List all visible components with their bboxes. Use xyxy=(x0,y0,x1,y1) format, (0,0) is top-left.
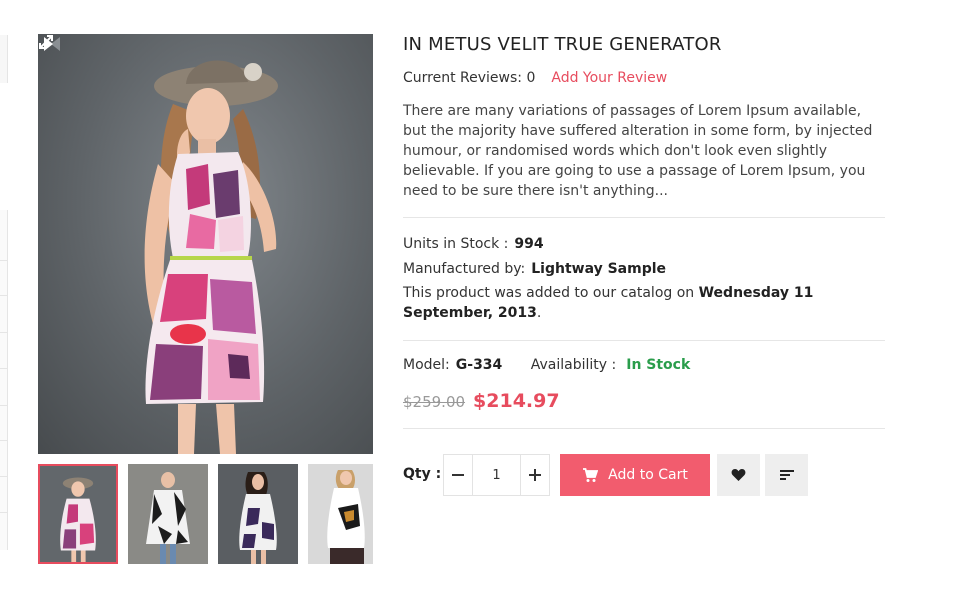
manufacturer-label: Manufactured by: xyxy=(403,261,526,277)
plus-icon xyxy=(529,469,541,481)
sidebar-divider xyxy=(0,440,8,441)
sidebar-divider xyxy=(0,512,8,513)
qty-label: Qty : xyxy=(403,466,442,482)
thumbnail-3[interactable] xyxy=(218,464,298,564)
quantity-stepper xyxy=(443,454,550,496)
qty-decrease-button[interactable] xyxy=(444,455,472,495)
sidebar-divider xyxy=(0,368,8,369)
sidebar-edge-bottom xyxy=(0,210,8,550)
heart-icon xyxy=(731,469,746,481)
units-value: 994 xyxy=(514,236,544,252)
availability-status: In Stock xyxy=(626,357,691,373)
thumbnail-image xyxy=(40,466,116,562)
sidebar-divider xyxy=(0,405,8,406)
cart-row: Qty : Add to Cart xyxy=(403,454,885,496)
model-illustration xyxy=(144,60,278,454)
add-to-cart-button[interactable]: Add to Cart xyxy=(560,454,710,496)
model-availability-row: Model: G-334 Availability : In Stock xyxy=(403,355,885,375)
thumbnail-4[interactable] xyxy=(308,464,373,564)
sidebar-divider xyxy=(0,332,8,333)
sidebar-divider xyxy=(0,476,8,477)
thumbnail-image xyxy=(218,464,298,564)
minus-icon xyxy=(452,474,464,476)
model-value: G-334 xyxy=(455,357,503,373)
thumbnail-image xyxy=(308,464,373,564)
qty-increase-button[interactable] xyxy=(521,455,549,495)
catalog-suffix: . xyxy=(536,305,542,321)
sale-price: $214.97 xyxy=(473,390,560,412)
product-description: There are many variations of passages of… xyxy=(403,103,873,199)
divider xyxy=(403,428,885,429)
product-title: IN METUS VELIT TRUE GENERATOR xyxy=(403,34,722,55)
model-label: Model: xyxy=(403,357,450,373)
divider xyxy=(403,340,885,341)
units-in-stock-row: Units in Stock : 994 xyxy=(403,232,885,257)
product-main-image[interactable] xyxy=(38,34,373,454)
units-label: Units in Stock : xyxy=(403,236,509,252)
thumbnail-image xyxy=(128,464,208,564)
add-to-cart-label: Add to Cart xyxy=(608,467,688,483)
catalog-prefix: This product was added to our catalog on xyxy=(403,285,695,301)
cart-icon xyxy=(583,468,599,482)
current-reviews-label: Current Reviews: 0 xyxy=(403,70,536,86)
thumbnail-1[interactable] xyxy=(38,464,118,564)
sidebar-edge-top xyxy=(0,35,8,83)
price-row: $259.00 $214.97 xyxy=(403,389,885,413)
stock-info: Units in Stock : 994 Manufactured by: Ligh… xyxy=(403,232,885,282)
manufacturer-row: Manufactured by: Lightway Sample xyxy=(403,257,885,282)
thumbnail-2[interactable] xyxy=(128,464,208,564)
product-info: IN METUS VELIT TRUE GENERATOR Current Re… xyxy=(403,32,885,496)
wishlist-button[interactable] xyxy=(717,454,760,496)
sidebar-divider xyxy=(0,295,8,296)
sidebar-divider xyxy=(0,260,8,261)
reviews-row: Current Reviews: 0 Add Your Review xyxy=(403,67,885,89)
divider xyxy=(403,217,885,218)
manufacturer-value: Lightway Sample xyxy=(531,261,667,277)
sort-icon xyxy=(779,470,794,480)
catalog-date-row: This product was added to our catalog on… xyxy=(403,283,885,323)
thumbnail-strip xyxy=(38,464,373,564)
chevron-right-icon[interactable] xyxy=(38,34,58,54)
availability-label: Availability : xyxy=(530,357,617,373)
old-price: $259.00 xyxy=(403,393,466,411)
add-review-link[interactable]: Add Your Review xyxy=(551,70,667,86)
compare-button[interactable] xyxy=(765,454,808,496)
qty-input[interactable] xyxy=(472,455,521,495)
